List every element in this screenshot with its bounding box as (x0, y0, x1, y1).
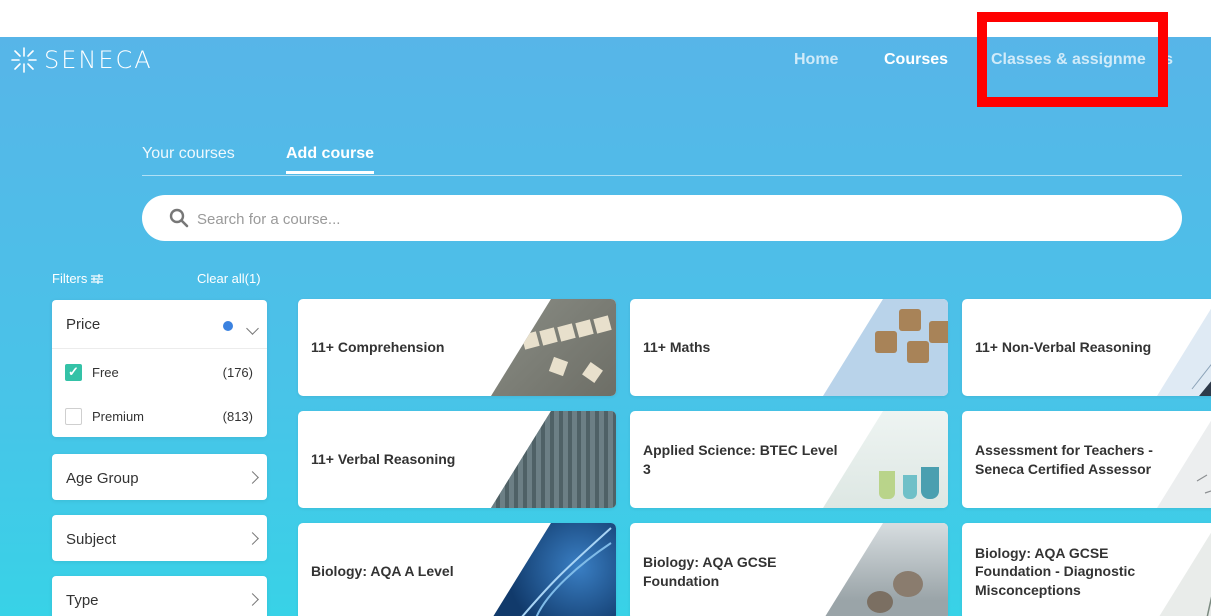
course-card[interactable]: Applied Science: BTEC Level 3 (630, 411, 948, 508)
tile (582, 362, 603, 383)
filter-subject-label: Subject (66, 531, 117, 548)
filter-price-label: Price (66, 316, 101, 333)
tab-your-courses[interactable]: Your courses (142, 145, 235, 163)
course-card[interactable]: 11+ Maths (630, 299, 948, 396)
divider (52, 348, 267, 349)
course-card[interactable]: Assessment for Teachers - Seneca Certifi… (962, 411, 1211, 508)
filter-age-group[interactable]: Age Group (52, 454, 267, 500)
checkbox-checked-icon[interactable]: ✓ (65, 363, 82, 381)
filter-price-panel: Price ✓ Free (176) Premium (813) (52, 300, 267, 437)
flask (921, 467, 939, 499)
course-title: 11+ Non-Verbal Reasoning (975, 339, 1152, 356)
course-card[interactable]: 11+ Verbal Reasoning (298, 411, 616, 508)
course-title: Biology: AQA GCSE Foundation (643, 554, 777, 589)
flask (879, 471, 895, 499)
flask (903, 475, 917, 499)
course-search-bar[interactable] (142, 195, 1182, 243)
filter-option-premium[interactable]: Premium (813) (65, 406, 253, 426)
course-image-dna (491, 523, 616, 616)
tile (593, 315, 612, 334)
filter-age-group-label: Age Group (66, 470, 139, 487)
course-title: Applied Science: BTEC Level 3 (643, 442, 838, 477)
course-card[interactable]: Biology: AQA GCSE Foundation - Diagnosti… (962, 523, 1211, 616)
course-title: Assessment for Teachers - Seneca Certifi… (975, 442, 1153, 477)
tile (548, 356, 569, 377)
nav-courses[interactable]: Courses (884, 51, 948, 69)
app-root: SENECA Home Courses Classes & assignme ts… (0, 37, 1211, 616)
course-card[interactable]: Biology: AQA GCSE Foundation (630, 523, 948, 616)
course-card[interactable]: 11+ Comprehension (298, 299, 616, 396)
option-count: (176) (222, 364, 253, 380)
dna-helix-drawing (520, 527, 612, 616)
chevron-down-icon (246, 322, 259, 335)
option-label: Premium (92, 408, 145, 424)
nav-home[interactable]: Home (794, 51, 838, 69)
tile (539, 327, 558, 346)
filter-price-header[interactable]: Price (52, 300, 267, 348)
course-card[interactable]: 11+ Non-Verbal Reasoning (962, 299, 1211, 396)
tile (575, 319, 594, 338)
course-title: 11+ Comprehension (311, 339, 445, 356)
course-image-number-dice (823, 299, 948, 396)
die (899, 309, 921, 331)
option-count: (813) (222, 408, 253, 424)
course-image-lab-flasks (823, 411, 948, 508)
chevron-right-icon (246, 532, 259, 545)
chevron-right-icon (246, 471, 259, 484)
tile (521, 331, 540, 350)
clear-all-filters[interactable]: Clear all(1) (197, 271, 261, 286)
course-image-snow-monkeys (823, 523, 948, 616)
course-card[interactable]: Biology: AQA A Level (298, 523, 616, 616)
option-label: Free (92, 364, 119, 380)
monkey (893, 571, 923, 597)
active-filter-dot (223, 321, 233, 331)
die (875, 331, 897, 353)
course-title: 11+ Verbal Reasoning (311, 451, 456, 468)
seneca-star-icon (11, 47, 37, 73)
filters-toggle[interactable]: Filters (52, 271, 104, 286)
die (929, 321, 948, 343)
seneca-logo[interactable]: SENECA (10, 46, 153, 74)
course-tabs: Your courses Add course (142, 145, 1182, 176)
search-icon (169, 208, 189, 228)
filter-type[interactable]: Type (52, 576, 267, 616)
filters-label: Filters (52, 271, 88, 286)
filter-type-label: Type (66, 592, 99, 609)
course-title: Biology: AQA A Level (311, 563, 454, 580)
filter-subject[interactable]: Subject (52, 515, 267, 561)
search-input[interactable] (195, 195, 1099, 243)
chevron-right-icon (246, 593, 259, 606)
sliders-icon (91, 273, 104, 284)
checkbox-unchecked-icon[interactable] (65, 407, 82, 425)
brand-name: SENECA (44, 46, 153, 74)
monkey (867, 591, 893, 613)
course-image-letter-blocks (491, 411, 616, 508)
tab-add-course[interactable]: Add course (286, 145, 375, 174)
course-image-scrabble (491, 299, 616, 396)
filter-option-free[interactable]: ✓ Free (176) (65, 362, 253, 382)
course-title: Biology: AQA GCSE Foundation - Diagnosti… (975, 545, 1136, 598)
highlight-annotation-box (977, 12, 1168, 107)
die (907, 341, 929, 363)
course-title: 11+ Maths (643, 339, 711, 356)
tile (557, 323, 576, 342)
